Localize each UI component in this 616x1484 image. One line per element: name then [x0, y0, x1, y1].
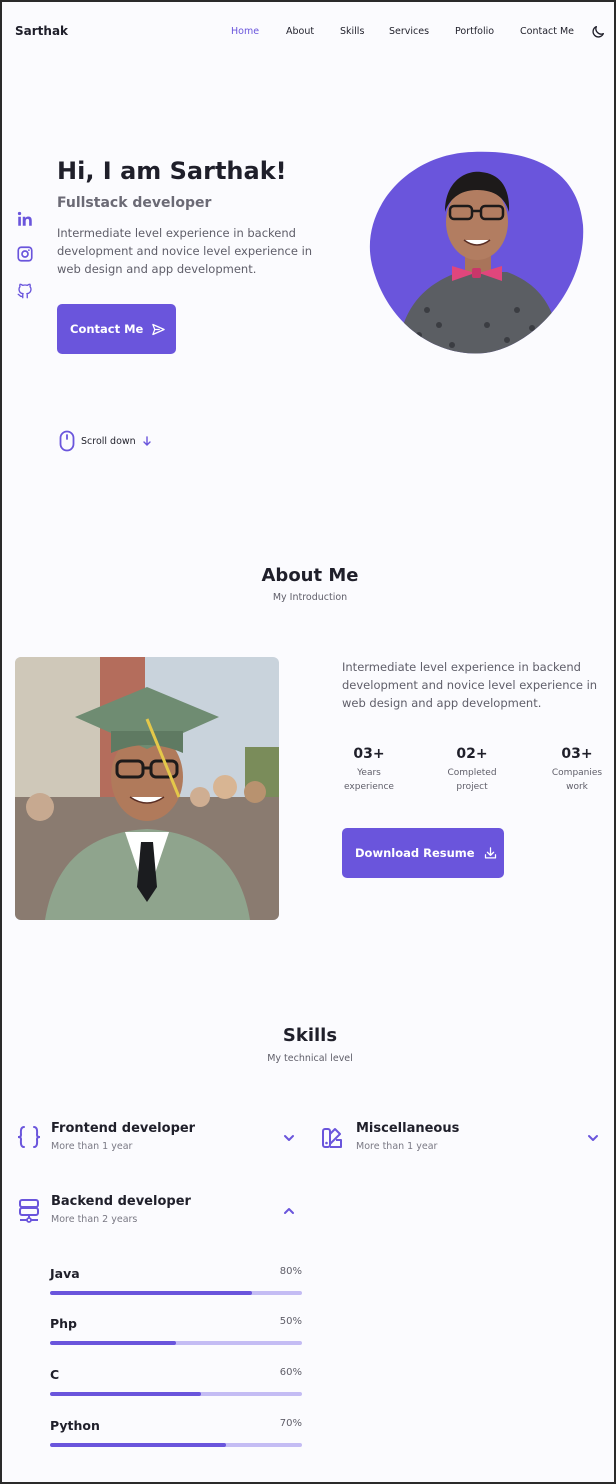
skill-group-misc[interactable]: Miscellaneous More than 1 year [356, 1121, 459, 1152]
download-resume-label: Download Resume [355, 846, 475, 860]
chevron-down-icon[interactable] [282, 1131, 296, 1145]
skill-c-percent: 60% [279, 1367, 302, 1378]
scroll-down-link[interactable]: Scroll down [59, 430, 152, 452]
nav-about[interactable]: About [286, 26, 314, 37]
contact-me-label: Contact Me [70, 322, 144, 336]
profile-portrait [369, 151, 584, 354]
brand-logo[interactable]: Sarthak [15, 24, 68, 38]
hero-description: Intermediate level experience in backend… [57, 226, 313, 276]
download-resume-button[interactable]: Download Resume [342, 828, 504, 878]
skill-java-bar-fill [50, 1291, 252, 1295]
skill-group-backend-sub: More than 2 years [51, 1214, 138, 1225]
skill-group-backend-title: Backend developer [51, 1194, 191, 1209]
skill-group-frontend-sub: More than 1 year [51, 1141, 133, 1152]
nav-home[interactable]: Home [231, 26, 259, 37]
skill-group-backend[interactable]: Backend developer More than 2 years [51, 1194, 191, 1225]
stat-companies-label-1: Companies [551, 768, 603, 778]
stat-projects: 02+ Completed project [432, 746, 512, 794]
skill-group-frontend-title: Frontend developer [51, 1121, 196, 1136]
skill-php-bar [50, 1341, 302, 1345]
skill-c-bar [50, 1392, 302, 1396]
skill-python-percent: 70% [279, 1418, 302, 1429]
skill-java-bar [50, 1291, 302, 1295]
skills-subtitle: My technical level [267, 1053, 353, 1064]
download-icon [484, 846, 496, 858]
skill-php-percent: 50% [279, 1316, 302, 1327]
stat-companies-value: 03+ [561, 746, 593, 762]
skill-group-frontend[interactable]: Frontend developer More than 1 year [51, 1121, 195, 1152]
nav-services[interactable]: Services [389, 26, 429, 37]
scroll-down-label: Scroll down [81, 435, 136, 447]
moon-icon[interactable] [590, 24, 606, 40]
mouse-icon [59, 430, 75, 452]
skill-group-misc-title: Miscellaneous [356, 1121, 460, 1136]
braces-icon [17, 1126, 41, 1148]
stat-projects-value: 02+ [456, 746, 488, 762]
stat-projects-label-1: Completed [447, 768, 497, 778]
arrow-down-icon [143, 436, 151, 446]
github-icon[interactable] [16, 282, 34, 300]
stat-years-label-1: Years [357, 768, 381, 778]
skill-php-bar-fill [50, 1341, 176, 1345]
chevron-down-icon[interactable] [586, 1131, 600, 1145]
skill-c-name: C [50, 1367, 60, 1382]
stat-years: 03+ Years experience [329, 746, 409, 794]
skill-python-name: Python [50, 1418, 100, 1433]
about-title: About Me [261, 565, 359, 586]
hero-subtitle: Fullstack developer [57, 195, 212, 211]
server-icon [19, 1199, 39, 1223]
stat-projects-label-2: project [456, 782, 488, 792]
skill-java-percent: 80% [279, 1266, 302, 1277]
about-subtitle: My Introduction [272, 592, 348, 603]
skill-python-bar-fill [50, 1443, 227, 1447]
about-photo [15, 657, 279, 920]
skill-python-bar [50, 1443, 302, 1447]
skill-java-name: Java [50, 1266, 80, 1281]
skill-group-misc-sub: More than 1 year [356, 1141, 438, 1152]
stat-years-value: 03+ [353, 746, 385, 762]
nav-portfolio[interactable]: Portfolio [455, 26, 494, 37]
nav-skills[interactable]: Skills [340, 26, 364, 37]
hero-title: Hi, I am Sarthak! [57, 157, 287, 185]
stat-years-label-2: experience [344, 782, 394, 792]
skills-title: Skills [282, 1025, 338, 1046]
skill-c-bar-fill [50, 1392, 202, 1396]
skill-php-name: Php [50, 1316, 78, 1331]
instagram-icon[interactable] [16, 245, 34, 263]
nav-contact[interactable]: Contact Me [520, 26, 574, 37]
stat-companies-label-2: work [566, 782, 588, 792]
stat-companies: 03+ Companies work [537, 746, 616, 794]
about-description: Intermediate level experience in backend… [342, 660, 598, 710]
send-icon [152, 323, 166, 335]
palette-icon [322, 1128, 342, 1148]
chevron-up-icon[interactable] [282, 1204, 296, 1218]
contact-me-button[interactable]: Contact Me [57, 304, 176, 354]
linkedin-icon[interactable] [16, 210, 34, 228]
